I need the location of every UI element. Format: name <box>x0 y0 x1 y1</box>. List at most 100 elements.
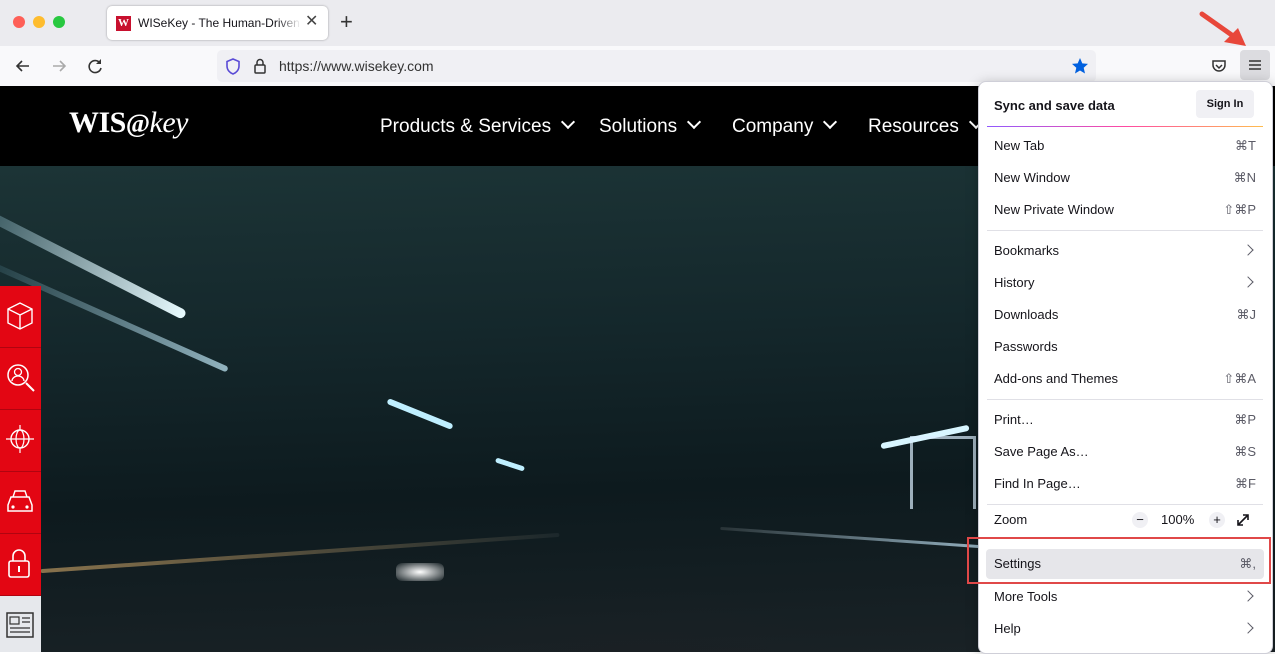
fullscreen-icon[interactable] <box>1236 513 1250 527</box>
wisekey-logo[interactable]: WIS@key <box>69 106 189 140</box>
browser-tab[interactable]: W WISeKey - The Human-Driven Te ✕ <box>107 6 328 40</box>
nav-label: Products & Services <box>380 116 552 137</box>
menu-item-label: Save Page As… <box>994 444 1089 459</box>
tab-title: WISeKey - The Human-Driven Te <box>138 16 301 30</box>
minimize-window-button[interactable] <box>33 16 45 28</box>
menu-item-label: History <box>994 275 1035 290</box>
light-streak <box>386 398 454 430</box>
shield-icon[interactable] <box>225 58 241 75</box>
zoom-out-button[interactable]: − <box>1132 512 1148 528</box>
menu-item-label: New Private Window <box>994 202 1114 217</box>
sidebar-news-button[interactable] <box>0 596 41 652</box>
sidebar-network-button[interactable] <box>0 410 41 472</box>
menu-item-label: Downloads <box>994 307 1059 322</box>
back-button[interactable] <box>12 55 34 77</box>
menu-item-save-page-as[interactable]: Save Page As… ⌘S <box>986 437 1264 467</box>
chevron-right-icon <box>1242 276 1254 288</box>
menu-item-shortcut: ⌘T <box>1235 138 1256 153</box>
sidebar-products-button[interactable] <box>0 286 41 348</box>
nav-label: Solutions <box>599 116 678 137</box>
globe-network-icon <box>6 425 34 453</box>
menu-separator <box>987 399 1263 400</box>
tab-close-button[interactable]: ✕ <box>305 14 318 30</box>
menu-item-history[interactable]: History <box>986 268 1264 298</box>
zoom-window-button[interactable] <box>53 16 65 28</box>
zoom-level[interactable]: 100% <box>1161 512 1194 527</box>
menu-item-find-in-page[interactable]: Find In Page… ⌘F <box>986 469 1264 499</box>
chevron-down-icon <box>687 114 702 130</box>
url-text: https://www.wisekey.com <box>279 58 434 74</box>
nav-solutions[interactable]: Solutions <box>599 114 702 138</box>
nav-products-services[interactable]: Products & Services <box>380 114 576 138</box>
chevron-down-icon <box>823 114 838 130</box>
chevron-right-icon <box>1242 244 1254 256</box>
car-icon <box>7 490 33 512</box>
menu-item-zoom: Zoom − 100% + <box>986 505 1264 535</box>
close-window-button[interactable] <box>13 16 25 28</box>
forward-button[interactable] <box>48 55 70 77</box>
light-streak <box>40 532 560 574</box>
chevron-right-icon <box>1242 590 1254 602</box>
menu-item-new-private-window[interactable]: New Private Window ⇧⌘P <box>986 195 1264 225</box>
light-streak <box>494 457 526 472</box>
menu-item-help[interactable]: Help <box>986 614 1264 644</box>
menu-item-addons-themes[interactable]: Add-ons and Themes ⇧⌘A <box>986 364 1264 394</box>
forward-arrow-icon <box>53 60 67 72</box>
padlock-icon <box>8 549 30 578</box>
sidebar-automotive-button[interactable] <box>0 472 41 534</box>
menu-item-print[interactable]: Print… ⌘P <box>986 405 1264 435</box>
menu-item-label: More Tools <box>994 589 1058 604</box>
light-streak <box>720 526 980 549</box>
reload-icon <box>88 59 102 74</box>
bridge-tower <box>910 436 976 509</box>
nav-resources[interactable]: Resources <box>868 114 983 138</box>
menu-item-label: Print… <box>994 412 1034 427</box>
search-person-icon <box>7 364 35 392</box>
menu-item-shortcut: ⌘P <box>1234 412 1256 427</box>
tab-bar: W WISeKey - The Human-Driven Te ✕ + <box>0 0 1275 46</box>
menu-separator <box>987 230 1263 231</box>
menu-item-shortcut: ⌘J <box>1236 307 1257 322</box>
nav-label: Resources <box>868 116 959 137</box>
menu-item-downloads[interactable]: Downloads ⌘J <box>986 300 1264 330</box>
settings-highlight-annotation <box>967 537 1271 584</box>
menu-item-label: Zoom <box>994 512 1028 527</box>
cube-icon <box>7 302 33 330</box>
sidebar-search-button[interactable] <box>0 348 41 410</box>
car-light <box>396 563 444 581</box>
menu-item-more-tools[interactable]: More Tools <box>986 582 1264 612</box>
menu-separator <box>987 126 1263 127</box>
sidebar-security-button[interactable] <box>0 534 41 596</box>
pocket-icon[interactable] <box>1211 58 1227 74</box>
newspaper-icon <box>6 612 34 638</box>
nav-company[interactable]: Company <box>732 114 838 138</box>
menu-item-passwords[interactable]: Passwords <box>986 332 1264 362</box>
app-menu-button[interactable] <box>1240 50 1270 80</box>
menu-item-label: Help <box>994 621 1021 636</box>
star-icon[interactable] <box>1071 57 1089 75</box>
menu-item-new-tab[interactable]: New Tab ⌘T <box>986 131 1264 161</box>
menu-item-shortcut: ⌘N <box>1233 170 1256 185</box>
logo-text-main: WIS <box>69 106 126 139</box>
zoom-in-button[interactable]: + <box>1209 512 1225 528</box>
menu-item-new-window[interactable]: New Window ⌘N <box>986 163 1264 193</box>
red-arrow-icon <box>1199 11 1246 46</box>
sign-in-button[interactable]: Sign In <box>1196 90 1254 118</box>
logo-text-tail: key <box>149 106 189 139</box>
address-bar[interactable]: https://www.wisekey.com <box>217 50 1096 82</box>
menu-item-shortcut: ⌘S <box>1234 444 1256 459</box>
lock-icon[interactable] <box>253 58 267 74</box>
menu-item-label: New Tab <box>994 138 1045 153</box>
menu-item-label: Add-ons and Themes <box>994 371 1119 386</box>
menu-item-label: Bookmarks <box>994 243 1060 258</box>
chevron-right-icon <box>1242 622 1254 634</box>
menu-item-bookmarks[interactable]: Bookmarks <box>986 236 1264 266</box>
menu-item-shortcut: ⌘F <box>1235 476 1256 491</box>
menu-item-shortcut: ⇧⌘A <box>1223 371 1256 386</box>
sync-label: Sync and save data <box>994 98 1115 113</box>
wisekey-favicon-icon: W <box>116 16 131 31</box>
nav-label: Company <box>732 116 814 137</box>
logo-at-sign: @ <box>125 109 150 138</box>
new-tab-button[interactable]: + <box>340 11 353 33</box>
reload-button[interactable] <box>84 55 106 77</box>
